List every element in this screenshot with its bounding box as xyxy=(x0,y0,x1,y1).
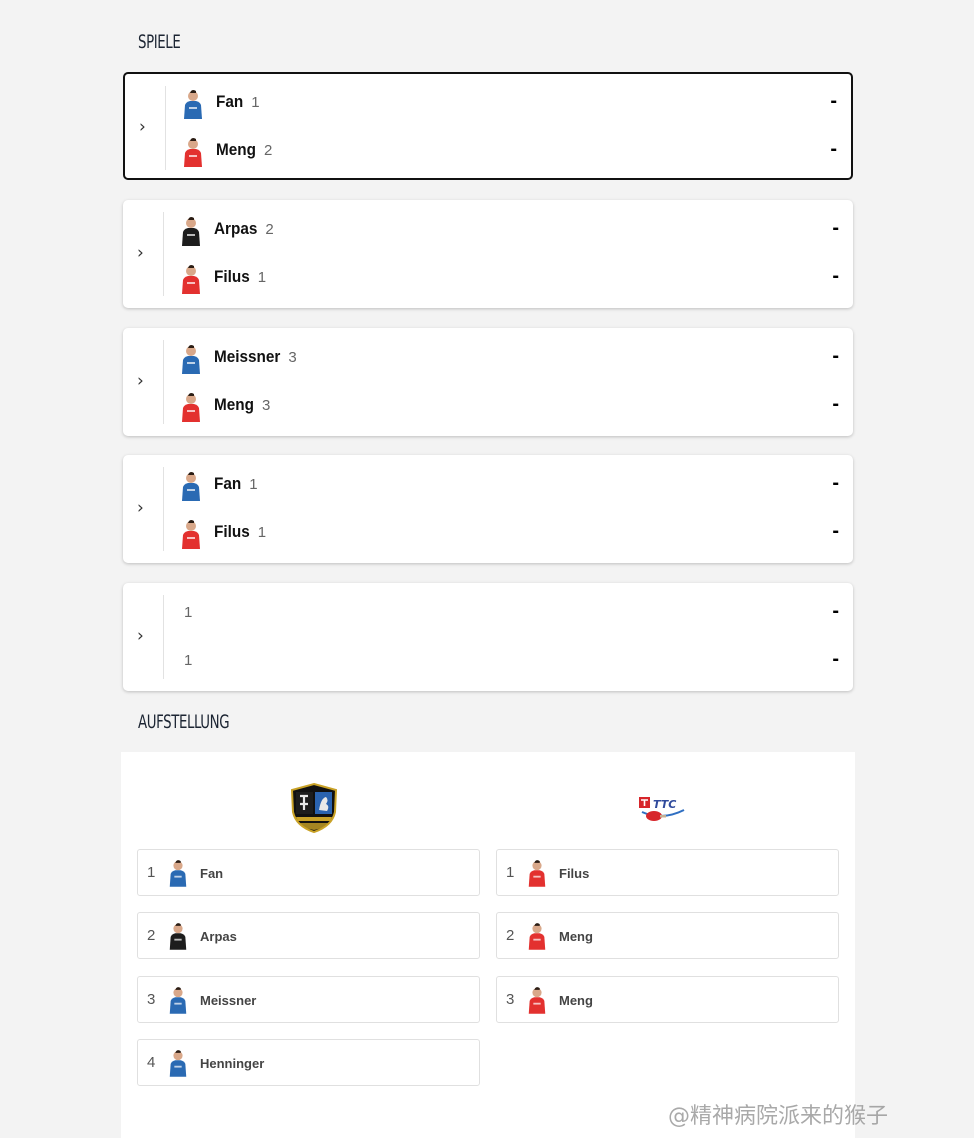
match-away-row: Meng 2 - xyxy=(181,135,837,167)
match-away-row: Filus 1 - xyxy=(179,517,839,549)
player-position-number: 3 xyxy=(261,397,271,414)
chevron-right-icon[interactable]: › xyxy=(137,627,151,645)
divider xyxy=(163,467,164,551)
divider xyxy=(163,340,164,424)
lineup-number: 2 xyxy=(506,927,515,944)
lineup-item-away[interactable]: 2 Meng xyxy=(496,912,839,959)
player-name: Meissner xyxy=(214,347,281,366)
player-position-number: 1 xyxy=(249,476,258,493)
score: - xyxy=(832,345,839,367)
player-avatar-icon xyxy=(167,921,189,951)
score: - xyxy=(832,217,839,239)
player-avatar-icon xyxy=(179,471,203,501)
svg-text:TTC: TTC xyxy=(653,798,676,811)
player-avatar-icon xyxy=(526,985,548,1015)
lineup-number: 2 xyxy=(147,927,156,944)
chevron-right-icon[interactable]: › xyxy=(137,372,151,390)
player-position-number: 2 xyxy=(263,142,273,159)
match-card[interactable]: › Fan 1 - Filus 1 - xyxy=(123,455,853,563)
match-home-row: Fan 1 - xyxy=(179,469,839,501)
player-name: Meng xyxy=(214,395,254,414)
player-position-number: 1 xyxy=(251,94,260,111)
player-position-number: 1 xyxy=(184,652,193,669)
player-avatar-icon xyxy=(167,858,189,888)
chevron-right-icon[interactable]: › xyxy=(139,118,153,136)
lineup-player-name: Meissner xyxy=(200,993,257,1008)
player-avatar-icon xyxy=(526,858,548,888)
player-name: Fan xyxy=(214,474,242,493)
lineup-number: 3 xyxy=(147,991,156,1008)
watermark: @精神病院派来的猴子 xyxy=(668,1104,889,1129)
match-away-row: 1 - xyxy=(179,645,839,677)
chevron-right-icon[interactable]: › xyxy=(137,499,151,517)
player-avatar-icon xyxy=(179,392,203,422)
lineup-item-home[interactable]: 1 Fan xyxy=(137,849,480,896)
player-name: Filus xyxy=(214,522,250,541)
lineup-item-away[interactable]: 1 Filus xyxy=(496,849,839,896)
player-name: Meng xyxy=(216,140,256,159)
spiele-heading: SPIELE xyxy=(138,31,181,53)
player-avatar-icon xyxy=(167,985,189,1015)
player-name: Arpas xyxy=(214,219,258,238)
score: - xyxy=(832,265,839,287)
score: - xyxy=(832,520,839,542)
player-position-number: 1 xyxy=(257,524,267,541)
shield-crest-icon xyxy=(290,782,338,834)
match-card[interactable]: › 1 - 1 - xyxy=(123,583,853,691)
divider xyxy=(165,86,166,170)
player-position-number: 3 xyxy=(288,349,297,366)
match-home-row: Meissner 3 - xyxy=(179,342,839,374)
match-away-row: Filus 1 - xyxy=(179,262,839,294)
player-avatar-icon xyxy=(181,137,205,167)
match-home-row: 1 - xyxy=(179,597,839,629)
chevron-right-icon[interactable]: › xyxy=(137,244,151,262)
score: - xyxy=(832,393,839,415)
lineup-player-name: Henninger xyxy=(200,1056,265,1071)
ttc-logo-icon: TTC xyxy=(639,797,685,821)
lineup-player-name: Arpas xyxy=(200,929,237,944)
player-avatar-icon xyxy=(526,921,548,951)
player-name: Filus xyxy=(214,267,250,286)
match-home-row: Fan 1 - xyxy=(181,87,837,119)
aufstellung-heading: AUFSTELLUNG xyxy=(138,711,230,733)
lineup-player-name: Meng xyxy=(559,993,593,1008)
score: - xyxy=(832,600,839,622)
player-avatar-icon xyxy=(167,1048,189,1078)
lineup-panel: TTC 1 Fan 2 Arpas 3 Meissner 4 Henninger… xyxy=(121,752,855,1138)
score: - xyxy=(830,90,837,112)
lineup-number: 3 xyxy=(506,991,515,1008)
player-position-number: 1 xyxy=(184,604,193,621)
match-card[interactable]: › Arpas 2 - Filus 1 - xyxy=(123,200,853,308)
player-avatar-icon xyxy=(179,264,203,294)
match-card[interactable]: › Meissner 3 - Meng 3 - xyxy=(123,328,853,436)
player-avatar-icon xyxy=(179,519,203,549)
lineup-item-home[interactable]: 3 Meissner xyxy=(137,976,480,1023)
match-away-row: Meng 3 - xyxy=(179,390,839,422)
match-home-row: Arpas 2 - xyxy=(179,214,839,246)
score: - xyxy=(832,648,839,670)
lineup-player-name: Fan xyxy=(200,866,224,881)
lineup-number: 1 xyxy=(506,864,515,881)
player-avatar-icon xyxy=(179,216,203,246)
lineup-number: 1 xyxy=(147,864,156,881)
player-position-number: 1 xyxy=(257,269,267,286)
lineup-player-name: Meng xyxy=(559,929,593,944)
player-position-number: 2 xyxy=(265,221,274,238)
lineup-item-home[interactable]: 4 Henninger xyxy=(137,1039,480,1086)
lineup-item-home[interactable]: 2 Arpas xyxy=(137,912,480,959)
divider xyxy=(163,212,164,296)
lineup-item-away[interactable]: 3 Meng xyxy=(496,976,839,1023)
divider xyxy=(163,595,164,679)
player-name: Fan xyxy=(216,92,244,111)
score: - xyxy=(830,138,837,160)
player-avatar-icon xyxy=(181,89,205,119)
player-avatar-icon xyxy=(179,344,203,374)
score: - xyxy=(832,472,839,494)
lineup-player-name: Filus xyxy=(559,866,590,881)
match-card[interactable]: › Fan 1 - Meng 2 - xyxy=(123,72,853,180)
lineup-number: 4 xyxy=(147,1054,156,1071)
